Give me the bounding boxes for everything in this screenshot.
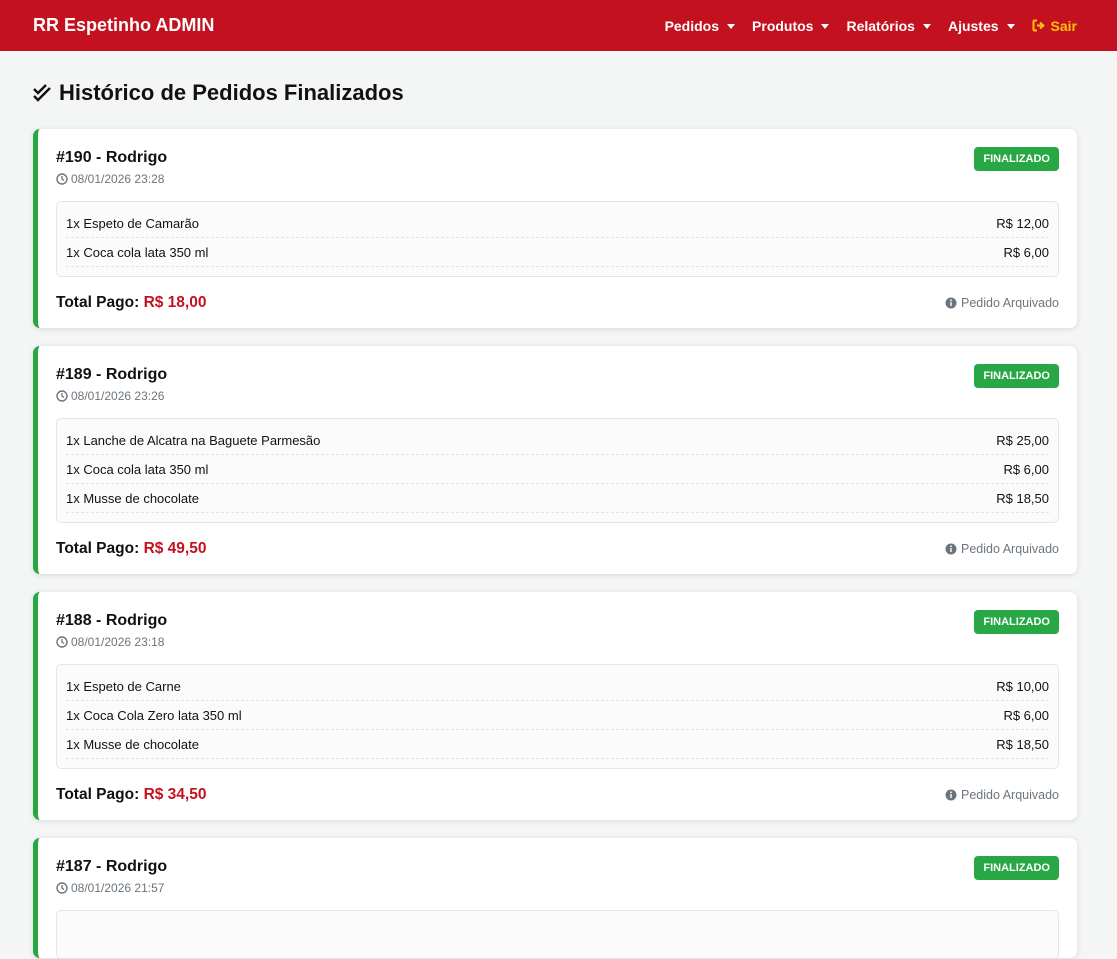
item-price: R$ 6,00 <box>1003 708 1049 723</box>
nav-item-pedidos[interactable]: Pedidos <box>664 17 736 34</box>
order-items: 1x Espeto de Camarão R$ 12,00 1x Coca co… <box>56 201 1059 277</box>
logout-label: Sair <box>1050 17 1077 34</box>
item-name: 1x Espeto de Camarão <box>66 216 199 231</box>
clock-icon <box>56 636 68 648</box>
status-badge: FINALIZADO <box>974 147 1059 171</box>
info-icon <box>945 543 957 555</box>
item-price: R$ 18,50 <box>996 491 1049 506</box>
archived-text: Pedido Arquivado <box>961 296 1059 310</box>
item-price: R$ 25,00 <box>996 433 1049 448</box>
order-title: #188 - Rodrigo <box>56 612 168 629</box>
total-label: Total Pago: <box>56 786 140 803</box>
double-check-icon <box>33 84 51 102</box>
list-item: 1x Espeto de Carne R$ 10,00 <box>66 672 1049 701</box>
item-name: 1x Coca cola lata 350 ml <box>66 245 209 260</box>
list-item: 1x Musse de chocolate R$ 18,50 <box>66 730 1049 759</box>
order-total: Total Pago: R$ 18,00 <box>56 294 206 312</box>
logout-button[interactable]: Sair <box>1032 18 1077 34</box>
archived-note: Pedido Arquivado <box>945 296 1059 310</box>
order-total: Total Pago: R$ 34,50 <box>56 786 206 804</box>
nav-menu: Pedidos Produtos Relatórios Ajustes Sair <box>648 18 1077 34</box>
total-label: Total Pago: <box>56 540 140 557</box>
order-card: #187 - Rodrigo 08/01/2026 21:57 FINALIZA… <box>33 838 1077 959</box>
total-value: R$ 34,50 <box>143 786 207 803</box>
archived-text: Pedido Arquivado <box>961 788 1059 802</box>
caret-down-icon <box>922 24 931 29</box>
archived-note: Pedido Arquivado <box>945 542 1059 556</box>
item-name: 1x Lanche de Alcatra na Baguete Parmesão <box>66 433 321 448</box>
list-item: 1x Musse de chocolate R$ 18,50 <box>66 484 1049 513</box>
item-name: 1x Musse de chocolate <box>66 491 199 506</box>
nav-item-label: Produtos <box>752 17 814 34</box>
order-total: Total Pago: R$ 49,50 <box>56 540 206 558</box>
item-name: 1x Coca cola lata 350 ml <box>66 462 209 477</box>
caret-down-icon <box>727 24 736 29</box>
clock-icon <box>56 882 68 894</box>
order-time-text: 08/01/2026 21:57 <box>71 881 165 895</box>
item-name: 1x Musse de chocolate <box>66 737 199 752</box>
caret-down-icon <box>821 24 830 29</box>
list-item: 1x Espeto de Camarão R$ 12,00 <box>66 209 1049 238</box>
item-price: R$ 18,50 <box>996 737 1049 752</box>
order-time: 08/01/2026 23:26 <box>56 389 167 403</box>
info-icon <box>945 789 957 801</box>
navbar: RR Espetinho ADMIN Pedidos Produtos Rela… <box>0 0 1117 51</box>
nav-item-label: Ajustes <box>947 17 999 34</box>
item-price: R$ 6,00 <box>1003 462 1049 477</box>
item-name: 1x Espeto de Carne <box>66 679 181 694</box>
order-time: 08/01/2026 23:18 <box>56 635 167 649</box>
archived-text: Pedido Arquivado <box>961 542 1059 556</box>
order-title: #189 - Rodrigo <box>56 366 168 383</box>
caret-down-icon <box>1006 24 1015 29</box>
page-title-text: Histórico de Pedidos Finalizados <box>59 80 404 105</box>
item-name: 1x Coca Cola Zero lata 350 ml <box>66 708 242 723</box>
clock-icon <box>56 173 68 185</box>
page-title: Histórico de Pedidos Finalizados <box>33 79 1077 107</box>
info-icon <box>945 297 957 309</box>
order-items: 1x Lanche de Alcatra na Baguete Parmesão… <box>56 418 1059 523</box>
item-price: R$ 12,00 <box>996 216 1049 231</box>
item-price: R$ 6,00 <box>1003 245 1049 260</box>
total-value: R$ 18,00 <box>143 294 207 311</box>
order-title: #190 - Rodrigo <box>56 149 168 166</box>
order-time-text: 08/01/2026 23:18 <box>71 635 165 649</box>
list-item: 1x Lanche de Alcatra na Baguete Parmesão… <box>66 426 1049 455</box>
list-item: 1x Coca Cola Zero lata 350 ml R$ 6,00 <box>66 701 1049 730</box>
order-title: #187 - Rodrigo <box>56 858 168 875</box>
status-badge: FINALIZADO <box>974 610 1059 634</box>
item-price: R$ 10,00 <box>996 679 1049 694</box>
status-badge: FINALIZADO <box>974 364 1059 388</box>
order-time-text: 08/01/2026 23:26 <box>71 389 165 403</box>
total-value: R$ 49,50 <box>143 540 207 557</box>
status-badge: FINALIZADO <box>974 856 1059 880</box>
nav-item-produtos[interactable]: Produtos <box>752 17 830 34</box>
nav-item-label: Pedidos <box>664 17 720 34</box>
order-items <box>56 910 1059 959</box>
brand-title[interactable]: RR Espetinho ADMIN <box>33 15 214 36</box>
clock-icon <box>56 390 68 402</box>
main-content: Histórico de Pedidos Finalizados #190 - … <box>0 79 1117 959</box>
order-time: 08/01/2026 21:57 <box>56 881 167 895</box>
nav-item-relatorios[interactable]: Relatórios <box>846 17 931 34</box>
list-item: 1x Coca cola lata 350 ml R$ 6,00 <box>66 238 1049 267</box>
order-card: #188 - Rodrigo 08/01/2026 23:18 FINALIZA… <box>33 592 1077 820</box>
nav-item-ajustes[interactable]: Ajustes <box>948 18 1015 34</box>
sign-out-icon <box>1032 19 1045 32</box>
archived-note: Pedido Arquivado <box>945 788 1059 802</box>
list-item: 1x Coca cola lata 350 ml R$ 6,00 <box>66 455 1049 484</box>
total-label: Total Pago: <box>56 294 140 311</box>
order-time-text: 08/01/2026 23:28 <box>71 172 165 186</box>
nav-item-label: Relatórios <box>846 17 915 34</box>
order-card: #190 - Rodrigo 08/01/2026 23:28 FINALIZA… <box>33 129 1077 328</box>
order-items: 1x Espeto de Carne R$ 10,00 1x Coca Cola… <box>56 664 1059 769</box>
order-card: #189 - Rodrigo 08/01/2026 23:26 FINALIZA… <box>33 346 1077 574</box>
order-time: 08/01/2026 23:28 <box>56 172 167 186</box>
